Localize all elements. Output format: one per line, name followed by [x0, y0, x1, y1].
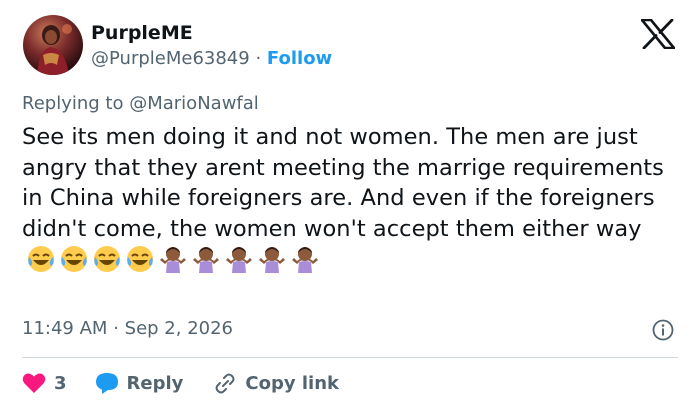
link-icon	[215, 373, 235, 394]
copy-link-label: Copy link	[245, 372, 339, 394]
x-logo-icon[interactable]	[641, 19, 675, 49]
replying-to: Replying to @MarioNawfal	[22, 93, 259, 114]
action-bar: 3 Reply Copy link	[22, 368, 363, 398]
info-icon[interactable]	[652, 319, 674, 341]
author-name[interactable]: PurpleME	[91, 22, 193, 44]
heart-icon	[22, 373, 46, 393]
handle-separator: ·	[255, 48, 262, 69]
person-shrugging-icon	[292, 247, 318, 273]
person-shrugging-icon	[259, 247, 285, 273]
divider	[22, 357, 678, 358]
author-handle-row: @PurpleMe63849 · Follow	[91, 48, 332, 69]
tweet-timestamp[interactable]: 11:49 AM · Sep 2, 2026	[22, 318, 233, 339]
face-with-tears-of-joy-icon	[61, 246, 87, 272]
copy-link-button[interactable]: Copy link	[213, 372, 339, 394]
replying-to-label: Replying to	[22, 93, 124, 114]
person-shrugging-icon	[160, 247, 186, 273]
timestamp-separator: ·	[113, 318, 119, 339]
follow-button[interactable]: Follow	[267, 48, 332, 69]
like-button[interactable]: 3	[22, 372, 67, 394]
replying-to-handle[interactable]: @MarioNawfal	[129, 93, 259, 114]
person-shrugging-icon	[193, 247, 219, 273]
reply-label: Reply	[126, 372, 184, 394]
tweet-date: Sep 2, 2026	[124, 318, 234, 339]
author-handle[interactable]: @PurpleMe63849	[91, 48, 250, 69]
reply-button[interactable]: Reply	[95, 372, 184, 394]
avatar-image	[37, 24, 72, 75]
tweet-body: See its men doing it and not women. The …	[22, 124, 664, 242]
like-count: 3	[54, 372, 67, 394]
tweet-emojis	[22, 246, 323, 274]
avatar[interactable]	[23, 15, 83, 75]
face-with-tears-of-joy-icon	[94, 246, 120, 272]
person-shrugging-icon	[226, 247, 252, 273]
reply-bubble-icon	[95, 373, 118, 394]
tweet-time: 11:49 AM	[22, 318, 108, 339]
tweet-text: See its men doing it and not women. The …	[22, 122, 682, 277]
face-with-tears-of-joy-icon	[28, 246, 54, 272]
face-with-tears-of-joy-icon	[127, 246, 153, 272]
